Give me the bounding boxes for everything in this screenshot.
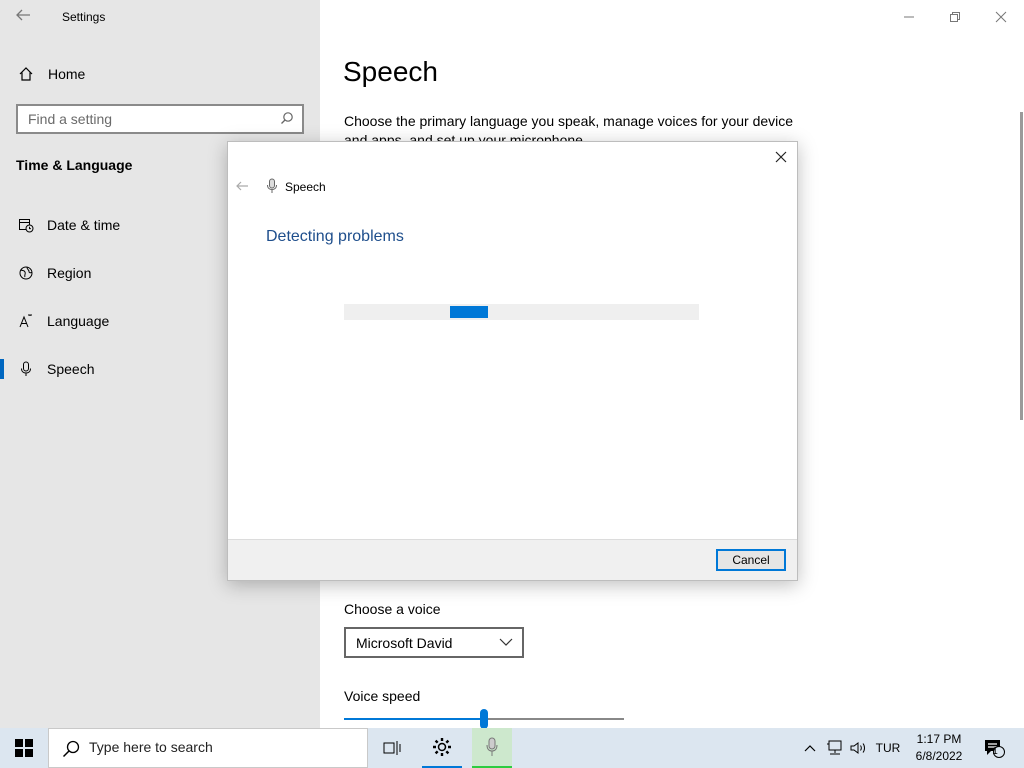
- clock-time: 1:17 PM: [916, 732, 962, 746]
- calendar-clock-icon: [16, 215, 36, 235]
- clock-date: 6/8/2022: [915, 749, 963, 763]
- home-nav-item[interactable]: Home: [16, 62, 85, 86]
- clock[interactable]: 1:17 PM 6/8/2022: [906, 731, 972, 765]
- app-title: Settings: [62, 10, 106, 24]
- action-center-button[interactable]: 1: [978, 728, 1010, 768]
- start-button[interactable]: [0, 728, 48, 768]
- find-setting-search[interactable]: [16, 104, 304, 134]
- cancel-button[interactable]: Cancel: [716, 549, 786, 571]
- voice-speed-label: Voice speed: [344, 688, 421, 704]
- dialog-heading: Detecting problems: [266, 228, 404, 245]
- windows-logo-icon: [15, 739, 33, 757]
- network-button[interactable]: [824, 728, 846, 768]
- language-icon: [16, 311, 36, 331]
- sidebar-item-label: Date & time: [47, 217, 121, 233]
- microphone-icon: [16, 359, 36, 379]
- restore-button[interactable]: [932, 6, 978, 28]
- dialog-close-button[interactable]: [771, 146, 791, 168]
- progress-bar: [344, 304, 699, 320]
- settings-taskbar-button[interactable]: [422, 728, 462, 768]
- voice-selected-value: Microsoft David: [356, 634, 453, 651]
- taskbar-search-input[interactable]: [89, 739, 349, 755]
- chevron-down-icon: [498, 633, 514, 651]
- network-icon: [827, 740, 842, 755]
- task-view-icon: [383, 741, 401, 755]
- progress-indicator: [450, 306, 488, 318]
- taskbar-search[interactable]: [48, 728, 368, 768]
- notification-count: 1: [992, 746, 998, 757]
- chevron-up-icon: [804, 745, 816, 752]
- show-hidden-icons-button[interactable]: [800, 728, 820, 768]
- slider-thumb[interactable]: [480, 709, 488, 729]
- microphone-icon: [486, 737, 498, 756]
- troubleshooter-dialog: Speech Detecting problems Cancel: [227, 141, 798, 581]
- selection-indicator: [0, 359, 4, 379]
- home-icon: [16, 64, 36, 84]
- sidebar-item-label: Speech: [47, 361, 95, 377]
- page-title: Speech: [343, 56, 438, 87]
- search-icon[interactable]: [280, 111, 294, 128]
- home-label: Home: [48, 66, 86, 82]
- find-setting-input[interactable]: [28, 111, 268, 127]
- sidebar-item-label: Region: [47, 265, 92, 281]
- sidebar-item-label: Language: [47, 313, 110, 329]
- volume-button[interactable]: [848, 728, 870, 768]
- dialog-footer: Cancel: [228, 539, 797, 580]
- microphone-icon: [266, 178, 278, 194]
- globe-icon: [16, 263, 36, 283]
- voice-speed-slider[interactable]: [344, 709, 624, 729]
- speaker-icon: [850, 742, 865, 754]
- taskbar: TUR 1:17 PM 6/8/2022 1: [0, 728, 1024, 768]
- minimize-button[interactable]: [886, 6, 932, 28]
- gear-icon: [433, 738, 451, 756]
- slider-fill: [344, 718, 484, 720]
- task-view-button[interactable]: [372, 728, 412, 768]
- search-icon: [61, 739, 81, 759]
- voice-label: Choose a voice: [344, 601, 441, 617]
- section-title: Time & Language: [16, 157, 133, 173]
- scrollbar[interactable]: [1020, 112, 1023, 420]
- back-arrow-icon[interactable]: [14, 6, 34, 26]
- input-language-indicator[interactable]: TUR: [872, 728, 904, 768]
- dialog-title: Speech: [285, 180, 326, 194]
- voice-dropdown[interactable]: Microsoft David: [344, 627, 524, 658]
- close-button[interactable]: [978, 6, 1024, 28]
- speech-troubleshooter-taskbar-button[interactable]: [472, 728, 512, 768]
- dialog-back-arrow-icon[interactable]: [234, 178, 250, 194]
